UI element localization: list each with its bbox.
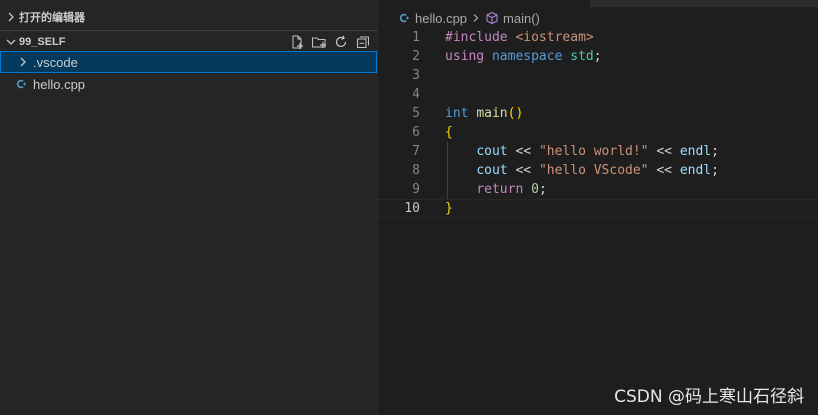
open-editors-header[interactable]: 打开的编辑器 bbox=[0, 6, 378, 28]
tree-item-label: .vscode bbox=[33, 54, 78, 70]
code-line: 7 cout << "hello world!" << endl; bbox=[378, 142, 818, 161]
new-file-icon[interactable] bbox=[288, 33, 306, 51]
line-number: 1 bbox=[412, 30, 420, 45]
project-section-header[interactable]: 99_SELF bbox=[0, 30, 378, 52]
token: "hello VScode" bbox=[538, 163, 649, 178]
token: endl bbox=[679, 163, 712, 178]
breadcrumb: hello.cpp main() bbox=[378, 8, 540, 28]
line-number: 10 bbox=[404, 201, 420, 216]
chevron-right-icon bbox=[8, 12, 14, 22]
token: { bbox=[445, 125, 453, 140]
token: << bbox=[648, 144, 680, 159]
token: } bbox=[445, 201, 453, 216]
token: namespace bbox=[491, 49, 563, 64]
refresh-icon[interactable] bbox=[332, 33, 350, 51]
tree-item-label: hello.cpp bbox=[33, 76, 86, 92]
token: 0 bbox=[531, 182, 539, 197]
token: ; bbox=[538, 182, 547, 197]
line-number: 4 bbox=[412, 87, 420, 102]
tree-item-hello-cpp[interactable]: hello.cpp bbox=[0, 73, 377, 95]
watermark: CSDN @码上寒山石径斜 bbox=[614, 387, 804, 407]
line-number: 2 bbox=[412, 49, 420, 64]
project-label: 99_SELF bbox=[19, 35, 66, 48]
code-area[interactable]: 1 #include <iostream> 2 using namespace … bbox=[378, 28, 818, 218]
token: cout bbox=[476, 163, 508, 178]
token: int bbox=[445, 106, 469, 121]
token: #include bbox=[445, 30, 508, 45]
tab-strip bbox=[590, 0, 818, 7]
new-folder-icon[interactable] bbox=[310, 33, 328, 51]
breadcrumb-file[interactable]: hello.cpp bbox=[415, 11, 467, 26]
code-line: 2 using namespace std; bbox=[378, 47, 818, 66]
indent-guide bbox=[447, 142, 448, 199]
code-line-current: 10 } bbox=[378, 199, 818, 218]
line-number: 9 bbox=[412, 182, 420, 197]
token: << bbox=[507, 163, 539, 178]
token: cout bbox=[476, 144, 508, 159]
chevron-right-icon bbox=[473, 14, 479, 22]
chevron-right-icon bbox=[20, 57, 26, 67]
token: ; bbox=[711, 163, 719, 178]
open-editors-label: 打开的编辑器 bbox=[19, 12, 85, 24]
collapse-all-icon[interactable] bbox=[354, 33, 372, 51]
chevron-down-icon bbox=[6, 39, 16, 45]
token: "hello world!" bbox=[538, 144, 649, 159]
token: << bbox=[648, 163, 680, 178]
code-line: 8 cout << "hello VScode" << endl; bbox=[378, 161, 818, 180]
code-editor[interactable]: hello.cpp main() 1 #include <iostream> 2… bbox=[378, 0, 818, 415]
code-line: 1 #include <iostream> bbox=[378, 28, 818, 47]
tree-item-vscode-folder[interactable]: .vscode bbox=[0, 51, 377, 73]
line-number: 3 bbox=[412, 68, 420, 83]
code-line: 5 int main() bbox=[378, 104, 818, 123]
token: ; bbox=[711, 144, 719, 159]
cpp-file-icon bbox=[398, 12, 410, 24]
line-number: 7 bbox=[412, 144, 420, 159]
token: main bbox=[476, 106, 508, 121]
explorer-sidebar: 打开的编辑器 99_SELF .vscode hello.cpp bbox=[0, 0, 378, 415]
cpp-file-icon bbox=[15, 78, 29, 90]
token: () bbox=[507, 106, 524, 121]
method-cube-icon bbox=[486, 11, 498, 25]
line-number: 8 bbox=[412, 163, 420, 178]
token: endl bbox=[679, 144, 712, 159]
code-line: 3 bbox=[378, 66, 818, 85]
token: ; bbox=[593, 49, 602, 64]
token: using bbox=[445, 49, 485, 64]
code-line: 4 bbox=[378, 85, 818, 104]
breadcrumb-symbol[interactable]: main() bbox=[503, 11, 540, 26]
token: std bbox=[570, 49, 594, 64]
token: return bbox=[476, 182, 524, 197]
code-line: 6 { bbox=[378, 123, 818, 142]
line-number: 6 bbox=[412, 125, 420, 140]
token: << bbox=[507, 144, 539, 159]
line-number: 5 bbox=[412, 106, 420, 121]
explorer-actions bbox=[288, 33, 372, 51]
code-line: 9 return 0; bbox=[378, 180, 818, 199]
token: <iostream> bbox=[515, 30, 594, 45]
